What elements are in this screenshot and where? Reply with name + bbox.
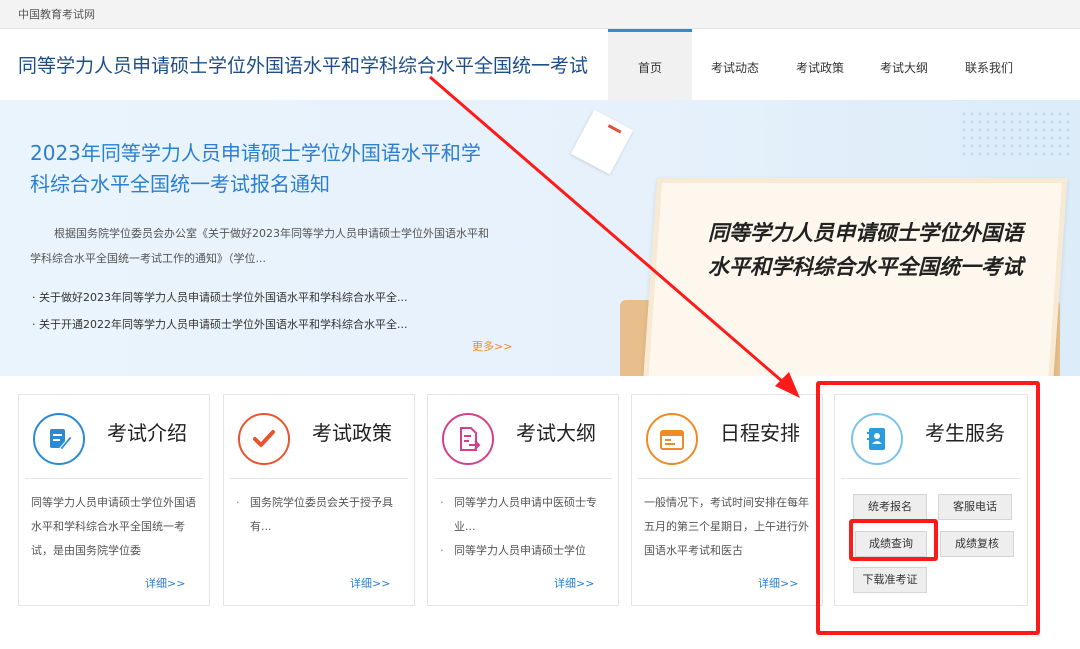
banner-link[interactable]: · 关于开通2022年同等学力人员申请硕士学位外国语水平和学科综合水平全... — [32, 311, 407, 338]
card-title[interactable]: 考试大纲 — [516, 417, 596, 446]
top-bar: 中国教育考试网 — [0, 0, 1080, 29]
header: 同等学力人员申请硕士学位外国语水平和学科综合水平全国统一考试 首页 考试动态 考… — [0, 29, 1080, 103]
card-body: 同等学力人员申请中医硕士专业... 同等学力人员申请硕士学位 — [440, 491, 606, 566]
nav-item-contact[interactable]: 联系我们 — [946, 29, 1032, 100]
divider — [25, 478, 203, 479]
card-title[interactable]: 日程安排 — [720, 417, 800, 446]
annotation-highlight-score-query — [849, 519, 938, 561]
card-body: 同等学力人员申请硕士学位外国语水平和学科综合水平全国统一考试，是由国务院学位委 — [31, 496, 196, 557]
top-bar-label[interactable]: 中国教育考试网 — [18, 6, 95, 22]
card-title[interactable]: 考试政策 — [312, 417, 392, 446]
card-more-link[interactable]: 详细>> — [758, 575, 798, 591]
banner-board-text: 同等学力人员申请硕士学位外国语水平和学科综合水平全国统一考试 — [708, 221, 1023, 279]
decorative-dots — [960, 110, 1070, 160]
annotation-highlight-service — [816, 381, 1040, 635]
card-exam-policy[interactable]: 考试政策 国务院学位委员会关于授予具有... 详细>> — [223, 394, 415, 606]
main-nav: 首页 考试动态 考试政策 考试大纲 联系我们 — [608, 29, 1032, 103]
card-exam-outline[interactable]: 考试大纲 同等学力人员申请中医硕士专业... 同等学力人员申请硕士学位 详细>> — [427, 394, 619, 606]
nav-item-outline[interactable]: 考试大纲 — [862, 29, 946, 100]
nav-item-news[interactable]: 考试动态 — [692, 29, 778, 100]
paper-illustration — [570, 109, 634, 175]
banner-more-link[interactable]: 更多>> — [472, 338, 512, 354]
list-item[interactable]: 国务院学位委员会关于授予具有... — [236, 491, 402, 539]
site-title[interactable]: 同等学力人员申请硕士学位外国语水平和学科综合水平全国统一考试 — [18, 51, 588, 78]
card-title[interactable]: 考试介绍 — [107, 417, 187, 446]
list-item[interactable]: 同等学力人员申请硕士学位 — [440, 539, 606, 563]
card-body: 一般情况下，考试时间安排在每年五月的第三个星期日，上午进行外国语水平考试和医古 — [644, 496, 809, 557]
banner-link-list: · 关于做好2023年同等学力人员申请硕士学位外国语水平和学科综合水平全... … — [32, 284, 407, 338]
card-more-link[interactable]: 详细>> — [350, 575, 390, 591]
nav-item-home[interactable]: 首页 — [608, 29, 692, 103]
banner: 2023年同等学力人员申请硕士学位外国语水平和学科综合水平全国统一考试报名通知 … — [0, 100, 1080, 376]
checkmark-icon — [238, 413, 290, 465]
document-edit-icon — [33, 413, 85, 465]
banner-link[interactable]: · 关于做好2023年同等学力人员申请硕士学位外国语水平和学科综合水平全... — [32, 284, 407, 311]
card-more-link[interactable]: 详细>> — [554, 575, 594, 591]
list-item[interactable]: 同等学力人员申请中医硕士专业... — [440, 491, 606, 539]
document-export-icon — [442, 413, 494, 465]
card-schedule[interactable]: 日程安排 一般情况下，考试时间安排在每年五月的第三个星期日，上午进行外国语水平考… — [631, 394, 823, 606]
banner-summary: 根据国务院学位委员会办公室《关于做好2023年同等学力人员申请硕士学位外国语水平… — [30, 227, 489, 265]
nav-item-policy[interactable]: 考试政策 — [778, 29, 862, 100]
card-body: 国务院学位委员会关于授予具有... — [236, 491, 402, 566]
card-more-link[interactable]: 详细>> — [145, 575, 185, 591]
divider — [434, 478, 612, 479]
divider — [638, 478, 816, 479]
calendar-icon — [646, 413, 698, 465]
banner-title[interactable]: 2023年同等学力人员申请硕士学位外国语水平和学科综合水平全国统一考试报名通知 — [30, 138, 500, 200]
divider — [230, 478, 408, 479]
card-exam-intro[interactable]: 考试介绍 同等学力人员申请硕士学位外国语水平和学科综合水平全国统一考试，是由国务… — [18, 394, 210, 606]
